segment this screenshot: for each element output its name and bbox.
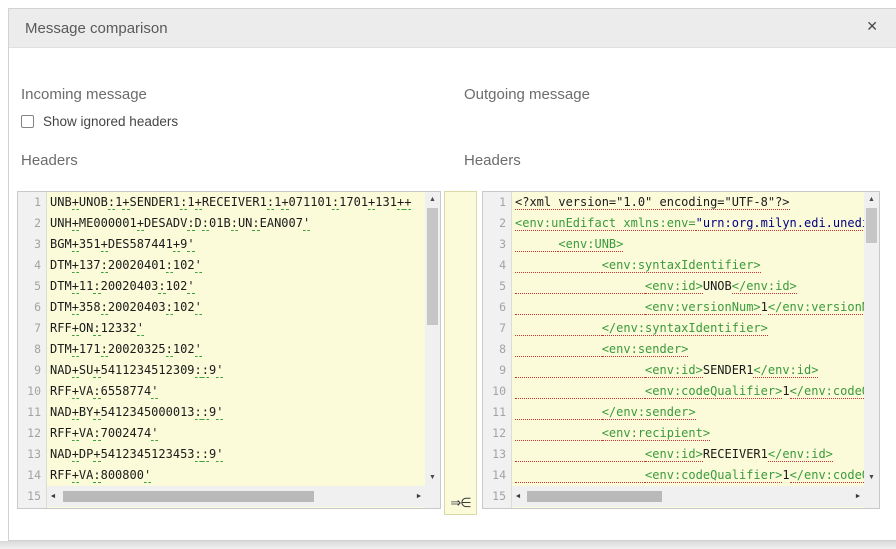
show-ignored-headers-checkbox[interactable] — [21, 115, 34, 128]
outgoing-message-heading: Outgoing message — [464, 86, 590, 103]
line-number: 14 — [492, 468, 506, 482]
line-number: 6 — [499, 300, 506, 314]
vertical-scrollbar[interactable]: ▲ ▼ — [864, 192, 879, 508]
scroll-up-icon[interactable]: ▲ — [425, 193, 440, 207]
code-line: <env:sender> — [512, 339, 864, 360]
code-line: RFF+VA:7002474' — [50, 426, 159, 441]
outgoing-headers-label: Headers — [464, 152, 521, 169]
code-line: NAD+DP+5412345123453::9' — [50, 447, 224, 462]
message-comparison-dialog: Message comparison ✕ Incoming message Sh… — [8, 8, 896, 541]
code-line: NAD+BY+5412345000013::9' — [50, 405, 224, 420]
line-number: 6 — [34, 300, 41, 314]
line-number: 14 — [27, 468, 41, 482]
horizontal-scrollbar[interactable]: ◄ ► — [47, 486, 425, 507]
line-number-gutter: 1 2 3 4 5 6 7 8 9 10 11 12 13 14 15 — [18, 192, 47, 508]
scroll-down-icon[interactable]: ▼ — [864, 471, 879, 485]
line-number: 10 — [27, 384, 41, 398]
line-number: 1 — [499, 195, 506, 209]
dialog-bottom-shadow — [0, 541, 896, 549]
line-number: 4 — [499, 258, 506, 272]
code-line: <env:id>SENDER1</env:id> — [512, 360, 864, 381]
code-line: UNH+ME000001+DESADV:D:01B:UN:EAN007' — [50, 216, 311, 231]
line-number: 10 — [492, 384, 506, 398]
code-line: <env:codeQualifier>1</env:codeQualifier> — [512, 381, 864, 402]
code-line: DTM+358:20020403:102' — [50, 300, 202, 315]
dialog-title: Message comparison — [25, 19, 168, 37]
code-line: <env:recipient> — [512, 423, 864, 444]
show-ignored-headers-row: Show ignored headers — [21, 114, 178, 129]
scrollbar-thumb[interactable] — [427, 208, 438, 325]
code-line: </env:sender> — [512, 402, 864, 423]
scroll-right-icon[interactable]: ► — [413, 493, 425, 500]
line-number: 8 — [499, 342, 506, 356]
code-line: <env:syntaxIdentifier> — [512, 255, 864, 276]
code-line: <env:id>UNOB</env:id> — [512, 276, 864, 297]
code-line: NAD+SU+5411234512309::9' — [50, 363, 224, 378]
line-number: 2 — [34, 216, 41, 230]
line-number: 11 — [492, 405, 506, 419]
scroll-up-icon[interactable]: ▲ — [864, 193, 879, 207]
line-number: 15 — [492, 489, 506, 503]
code-area[interactable]: <?xml version="1.0" encoding="UTF-8"?> <e… — [512, 192, 864, 508]
code-line: <env:id>RECEIVER1</env:id> — [512, 444, 864, 465]
line-number: 13 — [27, 447, 41, 461]
line-number: 11 — [27, 405, 41, 419]
line-number: 5 — [499, 279, 506, 293]
line-number: 4 — [34, 258, 41, 272]
diff-gutter: ⇒∈ — [444, 191, 477, 515]
code-line: RFF+VA:6558774' — [50, 384, 159, 399]
line-number: 5 — [34, 279, 41, 293]
code-line: </env:syntaxIdentifier> — [512, 318, 864, 339]
code-line: <?xml version="1.0" encoding="UTF-8"?> — [515, 195, 790, 210]
dialog-titlebar: Message comparison ✕ — [9, 9, 896, 48]
code-line: RFF+ON:12332' — [50, 321, 144, 336]
merge-arrows-icon[interactable]: ⇒∈ — [445, 495, 476, 511]
close-icon[interactable]: ✕ — [866, 18, 878, 35]
scrollbar-track[interactable] — [59, 486, 413, 507]
scrollbar-thumb[interactable] — [527, 491, 662, 502]
code-line: <env:versionNum>1</env:versionNum> — [512, 297, 864, 318]
scrollbar-thumb[interactable] — [866, 208, 877, 243]
code-line: DTM+11:20020403:102' — [50, 279, 195, 294]
line-number: 2 — [499, 216, 506, 230]
code-area[interactable]: UNB+UNOB:1+SENDER1:1+RECEIVER1:1+071101:… — [47, 192, 425, 508]
outgoing-editor: 1 2 3 4 5 6 7 8 9 10 11 12 13 14 15 <?xml version="1.0… — [482, 191, 880, 509]
scroll-down-icon[interactable]: ▼ — [425, 471, 440, 485]
line-number: 15 — [27, 489, 41, 503]
code-line: RFF+VA:800800' — [50, 468, 152, 483]
line-number: 7 — [499, 321, 506, 335]
scroll-left-icon[interactable]: ◄ — [512, 493, 524, 500]
incoming-message-heading: Incoming message — [21, 86, 147, 103]
line-number: 3 — [499, 237, 506, 251]
scroll-left-icon[interactable]: ◄ — [47, 493, 59, 500]
scroll-right-icon[interactable]: ► — [852, 493, 864, 500]
code-line: BGM+351+DES587441+9' — [50, 237, 195, 252]
incoming-headers-label: Headers — [21, 152, 78, 169]
line-number: 3 — [34, 237, 41, 251]
code-line: DTM+137:20020401:102' — [50, 258, 202, 273]
horizontal-scrollbar[interactable]: ◄ ► — [512, 486, 864, 507]
line-number: 9 — [499, 363, 506, 377]
line-number: 9 — [34, 363, 41, 377]
show-ignored-headers-label: Show ignored headers — [43, 114, 179, 129]
line-number: 8 — [34, 342, 41, 356]
code-line: <env:unEdifact xmlns:env="urn:org.milyn.… — [512, 213, 864, 234]
line-number: 13 — [492, 447, 506, 461]
line-number: 1 — [34, 195, 41, 209]
code-line: DTM+171:20020325:102' — [50, 342, 202, 357]
code-line: UNB+UNOB:1+SENDER1:1+RECEIVER1:1+071101:… — [50, 195, 412, 210]
line-number: 12 — [27, 426, 41, 440]
line-number-gutter: 1 2 3 4 5 6 7 8 9 10 11 12 13 14 15 — [483, 192, 512, 508]
line-number: 12 — [492, 426, 506, 440]
line-number: 7 — [34, 321, 41, 335]
code-line: <env:UNB> — [512, 234, 864, 255]
code-line: <env:codeQualifier>1</env:codeQualifier> — [512, 465, 864, 486]
scrollbar-track[interactable] — [524, 486, 852, 507]
incoming-editor: 1 2 3 4 5 6 7 8 9 10 11 12 13 14 15 UNB+UNOB:1+SENDER1… — [17, 191, 441, 509]
scrollbar-thumb[interactable] — [62, 491, 314, 502]
vertical-scrollbar[interactable]: ▲ ▼ — [425, 192, 440, 508]
